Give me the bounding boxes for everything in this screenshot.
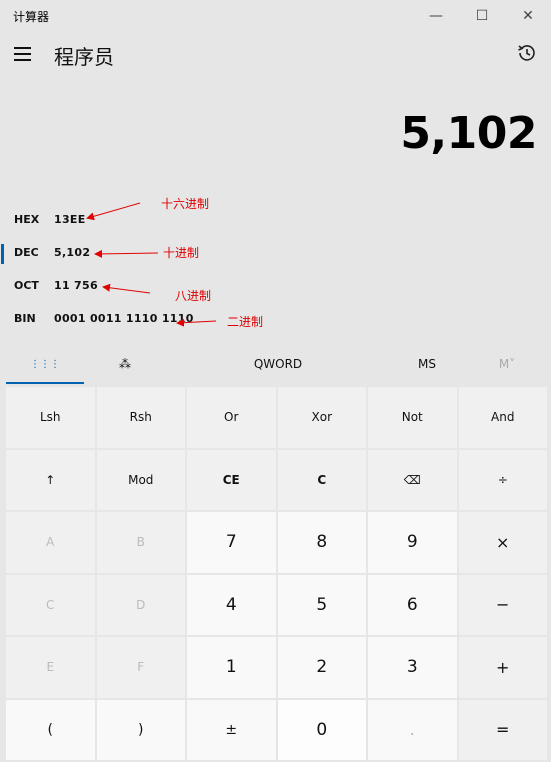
word-size-label: QWORD	[253, 357, 303, 371]
key-hex-c[interactable]: C	[6, 574, 95, 635]
tab-full-keypad[interactable]: ⋮⋮⋮	[6, 345, 84, 384]
arrow-oct	[102, 283, 151, 294]
annotation-dec: 十进制	[163, 246, 200, 260]
key-7[interactable]: 7	[187, 512, 276, 573]
key-not[interactable]: Not	[368, 387, 457, 448]
arrow-dec	[94, 249, 159, 258]
annotation-hex: 十六进制	[161, 197, 210, 211]
key-4[interactable]: 4	[187, 574, 276, 635]
key-close-paren[interactable]: )	[96, 699, 185, 760]
key-subtract[interactable]: −	[458, 574, 547, 635]
key-or[interactable]: Or	[187, 387, 276, 448]
key-and[interactable]: And	[458, 387, 547, 448]
key-hex-e[interactable]: E	[6, 637, 95, 698]
key-shift-up[interactable]: ↑	[6, 449, 95, 510]
annotation-arrows	[86, 202, 217, 327]
word-size-button[interactable]: QWORD	[236, 345, 320, 383]
key-rsh[interactable]: Rsh	[96, 387, 185, 448]
key-open-paren[interactable]: (	[6, 699, 95, 760]
key-backspace[interactable]: ⌫	[368, 449, 457, 510]
key-5[interactable]: 5	[277, 574, 366, 635]
key-clear-entry[interactable]: CE	[187, 449, 276, 510]
bitflip-icon: ⁂	[119, 357, 131, 371]
key-lsh[interactable]: Lsh	[6, 387, 95, 448]
key-0[interactable]: 0	[277, 699, 366, 760]
annotation-oct: 八进制	[175, 289, 212, 303]
key-xor[interactable]: Xor	[277, 387, 366, 448]
keypad-icon: ⋮⋮⋮	[30, 358, 60, 370]
key-clear[interactable]: C	[277, 449, 366, 510]
key-divide[interactable]: ÷	[458, 449, 547, 510]
key-multiply[interactable]: ×	[458, 512, 547, 573]
key-negate[interactable]: ±	[187, 699, 276, 760]
key-equals[interactable]: =	[458, 699, 547, 760]
key-add[interactable]: +	[458, 637, 547, 698]
key-hex-f[interactable]: F	[96, 637, 185, 698]
key-hex-d[interactable]: D	[96, 574, 185, 635]
tab-bit-toggling[interactable]: ⁂	[86, 345, 164, 383]
key-3[interactable]: 3	[368, 637, 457, 698]
arrow-hex	[86, 202, 141, 221]
arrow-bin	[176, 318, 217, 327]
keypad-tabs: ⋮⋮⋮ ⁂ QWORD MS M˅	[0, 345, 551, 385]
key-hex-b[interactable]: B	[96, 512, 185, 573]
memory-store-button[interactable]: MS	[400, 345, 454, 383]
key-decimal[interactable]: .	[368, 699, 457, 760]
key-2[interactable]: 2	[277, 637, 366, 698]
keypad: Lsh Rsh Or Xor Not And ↑ Mod CE C ⌫ ÷ A …	[6, 387, 547, 760]
memory-store-label: MS	[418, 357, 436, 371]
memory-recall-button[interactable]: M˅	[482, 345, 532, 383]
key-8[interactable]: 8	[277, 512, 366, 573]
memory-recall-label: M˅	[498, 357, 516, 371]
key-mod[interactable]: Mod	[96, 449, 185, 510]
key-hex-a[interactable]: A	[6, 512, 95, 573]
annotation-bin: 二进制	[227, 315, 264, 329]
key-1[interactable]: 1	[187, 637, 276, 698]
key-6[interactable]: 6	[368, 574, 457, 635]
key-9[interactable]: 9	[368, 512, 457, 573]
